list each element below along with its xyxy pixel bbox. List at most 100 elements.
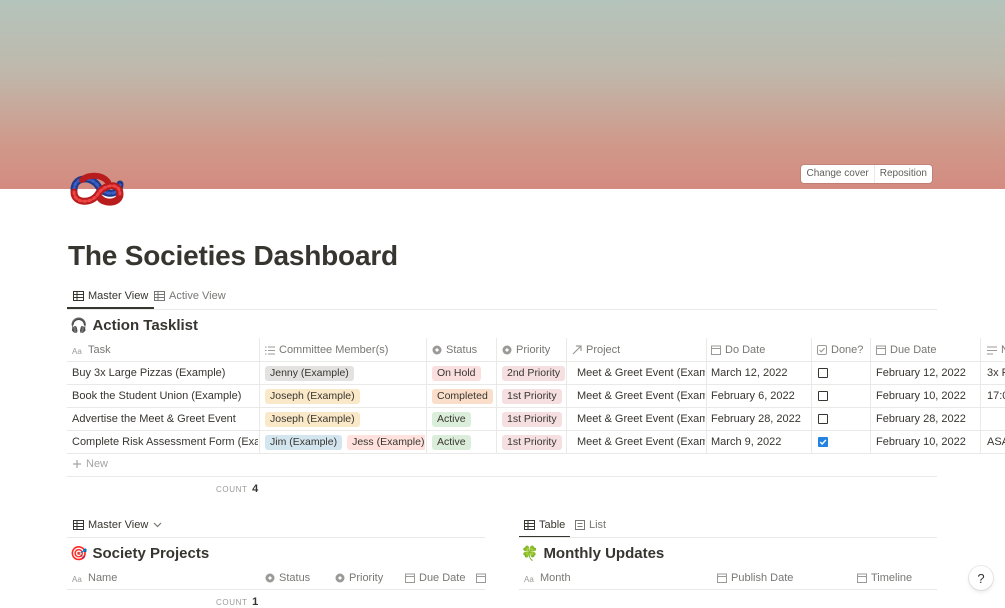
calendar-icon <box>711 345 721 355</box>
updates-title[interactable]: 🍀 Monthly Updates <box>521 545 664 562</box>
task-name: Buy 3x Large Pizzas (Example) <box>72 367 226 379</box>
status-cell[interactable]: Active <box>432 431 496 453</box>
priority-cell[interactable]: 1st Priority <box>502 431 566 453</box>
due-date-cell[interactable]: February 10, 2022 <box>876 385 980 407</box>
due-date-cell[interactable]: February 10, 2022 <box>876 431 980 453</box>
change-cover-button[interactable]: Change cover <box>801 165 873 183</box>
column-label: Publish Date <box>731 572 794 584</box>
do-date-cell[interactable]: March 9, 2022 <box>711 431 811 453</box>
due-date-cell[interactable]: February 12, 2022 <box>876 362 980 384</box>
task-cell[interactable]: Advertise the Meet & Greet Event <box>72 408 258 430</box>
done-cell[interactable] <box>818 362 868 384</box>
notes-cell[interactable]: 3x P <box>987 362 1005 384</box>
projects-row-count[interactable]: COUNT 1 <box>216 596 258 608</box>
task-cell[interactable]: Complete Risk Assessment Form (Example) <box>72 431 258 453</box>
view-label: Master View <box>88 519 149 531</box>
priority-cell[interactable]: 1st Priority <box>502 385 566 407</box>
tab-master-view[interactable]: Master View <box>67 285 155 309</box>
projects-view-selector[interactable]: Master View <box>73 514 166 536</box>
status-tag: Completed <box>432 388 493 404</box>
tasklist-title[interactable]: 🎧 Action Tasklist <box>70 317 198 334</box>
column-header-done[interactable]: Done? <box>817 340 863 360</box>
due-date-cell[interactable]: February 28, 2022 <box>876 408 980 430</box>
tab-active-view[interactable]: Active View <box>154 285 226 307</box>
help-button[interactable]: ? <box>969 566 993 590</box>
do-date-cell[interactable]: February 6, 2022 <box>711 385 811 407</box>
table-icon <box>73 291 84 301</box>
project-link[interactable]: Meet & Greet Event (Example) <box>577 413 705 425</box>
table-icon <box>154 291 165 301</box>
calendar-icon <box>717 573 727 583</box>
do-date-cell[interactable]: February 28, 2022 <box>711 408 811 430</box>
column-divider <box>811 338 812 453</box>
project-link[interactable]: Meet & Greet Event (Example) <box>577 436 705 448</box>
column-header-project[interactable]: Project <box>572 340 620 360</box>
do-date-cell[interactable]: March 12, 2022 <box>711 362 811 384</box>
done-checkbox[interactable] <box>818 391 828 401</box>
projects-col-priority[interactable]: Priority <box>335 570 383 586</box>
task-cell[interactable]: Book the Student Union (Example) <box>72 385 258 407</box>
column-header-task[interactable]: Aa Task <box>72 340 111 360</box>
committee-cell[interactable]: Jenny (Example) <box>265 362 425 384</box>
done-checkbox[interactable] <box>818 437 828 447</box>
count-value: 1 <box>252 596 259 608</box>
calendar-icon <box>405 573 415 583</box>
column-header-do-date[interactable]: Do Date <box>711 340 765 360</box>
column-header-committee[interactable]: Committee Member(s) <box>265 340 388 360</box>
column-header-due-date[interactable]: Due Date <box>876 340 936 360</box>
projects-col-status[interactable]: Status <box>265 570 310 586</box>
tab-table[interactable]: Table <box>519 514 571 538</box>
status-cell[interactable]: On Hold <box>432 362 496 384</box>
reposition-button[interactable]: Reposition <box>873 165 932 183</box>
column-label: Priority <box>349 572 384 584</box>
row-count[interactable]: COUNT 4 <box>216 483 258 495</box>
column-header-priority[interactable]: Priority <box>502 340 550 360</box>
project-cell[interactable]: Meet & Greet Event (Example) <box>572 408 705 430</box>
status-cell[interactable]: Active <box>432 408 496 430</box>
done-cell[interactable] <box>818 385 868 407</box>
committee-cell[interactable]: Joseph (Example) <box>265 385 425 407</box>
notes-cell[interactable] <box>987 408 1005 430</box>
priority-cell[interactable]: 1st Priority <box>502 408 566 430</box>
done-cell[interactable] <box>818 431 868 453</box>
target-icon: 🎯 <box>70 545 88 561</box>
notes-cell[interactable]: 17:0 <box>987 385 1005 407</box>
projects-col-extra[interactable] <box>476 570 490 586</box>
reef-knot-icon[interactable] <box>68 170 126 208</box>
column-label: Due Date <box>419 572 466 584</box>
updates-col-timeline[interactable]: Timeline <box>857 570 912 586</box>
project-cell[interactable]: Meet & Greet Event (Example) <box>572 385 705 407</box>
projects-col-due-date[interactable]: Due Date <box>405 570 465 586</box>
svg-text:Aa: Aa <box>524 575 534 583</box>
committee-cell[interactable]: Jim (Example) Jess (Example) <box>265 431 425 453</box>
task-cell[interactable]: Buy 3x Large Pizzas (Example) <box>72 362 258 384</box>
due-date-value: February 10, 2022 <box>876 436 966 448</box>
tab-list[interactable]: List <box>575 514 606 536</box>
done-checkbox[interactable] <box>818 414 828 424</box>
plus-icon <box>73 460 81 468</box>
status-cell[interactable]: Completed <box>432 385 496 407</box>
updates-col-month[interactable]: Aa Month <box>524 570 571 586</box>
project-cell[interactable]: Meet & Greet Event (Example) <box>572 362 705 384</box>
projects-title[interactable]: 🎯 Society Projects <box>70 545 209 562</box>
new-row-button[interactable]: New <box>72 458 108 470</box>
priority-cell[interactable]: 2nd Priority <box>502 362 566 384</box>
tasklist-title-text: Action Tasklist <box>92 317 199 334</box>
project-cell[interactable]: Meet & Greet Event (Example) <box>572 431 705 453</box>
project-link[interactable]: Meet & Greet Event (Example) <box>577 390 705 402</box>
column-header-notes[interactable]: N <box>987 340 1005 360</box>
page-title[interactable]: The Societies Dashboard <box>68 240 398 272</box>
column-label: Status <box>446 344 478 356</box>
priority-tag: 2nd Priority <box>502 365 566 381</box>
done-checkbox[interactable] <box>818 368 828 378</box>
project-link[interactable]: Meet & Greet Event (Example) <box>577 367 705 379</box>
committee-cell[interactable]: Joseph (Example) <box>265 408 425 430</box>
done-cell[interactable] <box>818 408 868 430</box>
do-date-value: March 12, 2022 <box>711 367 788 379</box>
projects-col-name[interactable]: Aa Name <box>72 570 117 586</box>
tab-label: Active View <box>169 290 226 302</box>
notes-cell[interactable]: ASA <box>987 431 1005 453</box>
task-name: Complete Risk Assessment Form (Example) <box>72 436 258 448</box>
column-header-status[interactable]: Status <box>432 340 477 360</box>
updates-col-publish-date[interactable]: Publish Date <box>717 570 793 586</box>
